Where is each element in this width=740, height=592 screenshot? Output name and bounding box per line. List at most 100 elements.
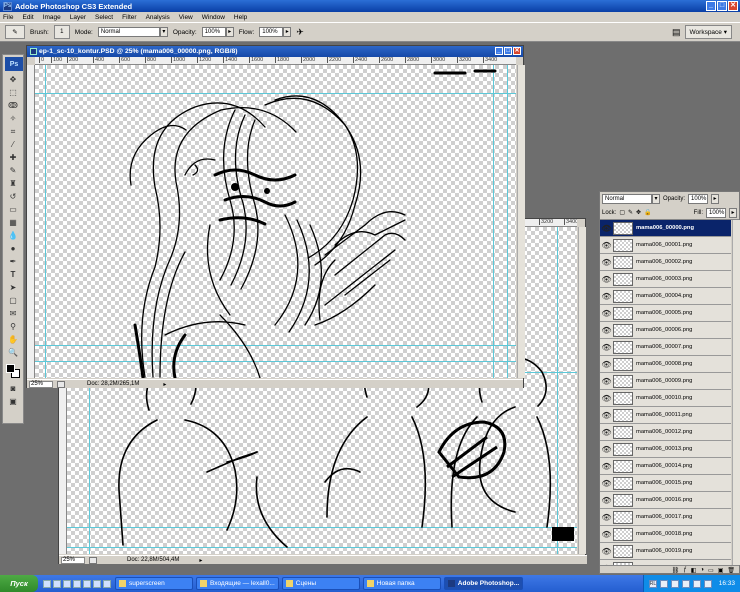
layer-row[interactable]: 👁 mama006_00019.png bbox=[600, 543, 731, 560]
layer-row[interactable]: 👁 mama006_00000.png bbox=[600, 220, 731, 237]
taskbar-item-inbox[interactable]: Входящие — lexall0... bbox=[196, 577, 279, 590]
palette-well-icon[interactable]: ▤ bbox=[672, 27, 681, 38]
layer-row[interactable]: 👁 mama006_00010.png bbox=[600, 390, 731, 407]
quick-select-tool-icon[interactable]: ✧ bbox=[6, 113, 20, 124]
color-swatches[interactable] bbox=[4, 363, 22, 379]
vertical-scrollbar[interactable] bbox=[517, 65, 525, 378]
layer-mask-icon[interactable]: ◧ bbox=[691, 567, 697, 574]
pen-tool-icon[interactable]: ✒ bbox=[6, 256, 20, 267]
visibility-eye-icon[interactable]: 👁 bbox=[600, 309, 613, 318]
chevron-right-icon[interactable]: ▸ bbox=[711, 194, 720, 204]
layer-row[interactable]: 👁 mama006_00011.png bbox=[600, 407, 731, 424]
visibility-eye-icon[interactable]: 👁 bbox=[600, 513, 613, 522]
menu-layer[interactable]: Layer bbox=[70, 14, 86, 21]
history-brush-tool-icon[interactable]: ↺ bbox=[6, 191, 20, 202]
chevron-right-icon[interactable]: ▸ bbox=[163, 381, 166, 388]
lock-position-icon[interactable]: ✥ bbox=[636, 209, 641, 216]
quicklaunch-icon[interactable] bbox=[43, 579, 51, 588]
tray-icon[interactable] bbox=[659, 579, 668, 588]
layer-row[interactable]: 👁 mama006_00012.png bbox=[600, 424, 731, 441]
taskbar-item-photoshop[interactable]: Adobe Photoshop... bbox=[443, 577, 524, 590]
menu-analysis[interactable]: Analysis bbox=[146, 14, 170, 21]
gradient-tool-icon[interactable]: ▦ bbox=[6, 217, 20, 228]
quicklaunch-icon[interactable] bbox=[83, 579, 91, 588]
close-button[interactable]: ✕ bbox=[728, 1, 738, 11]
minimize-button[interactable]: _ bbox=[706, 1, 716, 11]
flow-input[interactable]: 100% ▸ bbox=[259, 27, 292, 37]
quicklaunch-icon[interactable] bbox=[73, 579, 81, 588]
eyedropper-icon[interactable]: ⚲ bbox=[6, 321, 20, 332]
lasso-tool-icon[interactable]: ↂ bbox=[6, 100, 20, 111]
layer-style-icon[interactable]: ƒ bbox=[683, 567, 686, 573]
layer-row[interactable]: 👁 mama006_00001.png bbox=[600, 237, 731, 254]
zoom-level[interactable]: 25% bbox=[29, 380, 53, 388]
tool-preset-picker[interactable]: ✎ bbox=[5, 25, 25, 39]
maximize-button[interactable]: □ bbox=[717, 1, 727, 11]
zoom-level[interactable]: 25% bbox=[61, 556, 85, 564]
visibility-eye-icon[interactable]: 👁 bbox=[600, 275, 613, 284]
type-tool-icon[interactable]: T bbox=[6, 269, 20, 280]
taskbar-item-scenes[interactable]: Сцены bbox=[281, 577, 360, 590]
tray-icon[interactable] bbox=[692, 579, 701, 588]
delete-layer-icon[interactable]: 🗑 bbox=[727, 567, 735, 574]
layer-row[interactable]: 👁 mama006_00014.png bbox=[600, 458, 731, 475]
adjustment-layer-icon[interactable]: ◑ bbox=[700, 567, 704, 573]
foreground-color-swatch[interactable] bbox=[6, 364, 15, 373]
eyedropper-tool-icon[interactable]: ⁄ bbox=[6, 139, 20, 150]
document-window-front[interactable]: ep-1_sc-10_kontur.PSD @ 25% (mama006_000… bbox=[26, 45, 525, 388]
marquee-tool-icon[interactable]: ⬚ bbox=[6, 87, 20, 98]
menu-select[interactable]: Select bbox=[95, 14, 113, 21]
layers-scrollbar[interactable] bbox=[732, 220, 740, 565]
language-indicator[interactable]: RL bbox=[648, 579, 657, 588]
volume-icon[interactable] bbox=[703, 579, 712, 588]
visibility-eye-icon[interactable]: 👁 bbox=[600, 343, 613, 352]
layer-row[interactable]: 👁 mama006_00003.png bbox=[600, 271, 731, 288]
document-close-button[interactable]: ✕ bbox=[513, 47, 521, 55]
menu-view[interactable]: View bbox=[179, 14, 193, 21]
new-group-icon[interactable]: ▭ bbox=[708, 567, 714, 574]
layer-row[interactable]: 👁 mama006_00018.png bbox=[600, 526, 731, 543]
shape-tool-icon[interactable]: ▢ bbox=[6, 295, 20, 306]
tray-icon[interactable] bbox=[670, 579, 679, 588]
layer-row[interactable]: 👁 mama006_00004.png bbox=[600, 288, 731, 305]
visibility-eye-icon[interactable]: 👁 bbox=[600, 445, 613, 454]
layer-row[interactable]: 👁 mama006_00017.png bbox=[600, 509, 731, 526]
taskbar-item-new-folder[interactable]: Новая папка bbox=[362, 577, 441, 590]
menu-filter[interactable]: Filter bbox=[122, 14, 136, 21]
layer-row[interactable]: 👁 mama006_00002.png bbox=[600, 254, 731, 271]
lock-all-icon[interactable]: 🔒 bbox=[644, 209, 651, 216]
layer-row[interactable]: 👁 mama006_00016.png bbox=[600, 492, 731, 509]
layer-row[interactable]: 👁 mama006_00008.png bbox=[600, 356, 731, 373]
visibility-eye-icon[interactable]: 👁 bbox=[600, 394, 613, 403]
visibility-eye-icon[interactable]: 👁 bbox=[600, 292, 613, 301]
menu-image[interactable]: Image bbox=[43, 14, 61, 21]
chevron-right-icon[interactable]: ▸ bbox=[729, 207, 737, 218]
blend-mode-select[interactable]: Normal ▾ bbox=[602, 194, 660, 204]
visibility-eye-icon[interactable]: 👁 bbox=[600, 360, 613, 369]
quicklaunch-icon[interactable] bbox=[103, 579, 111, 588]
crop-tool-icon[interactable]: ⌗ bbox=[6, 126, 20, 137]
visibility-eye-icon[interactable]: 👁 bbox=[600, 224, 613, 233]
visibility-eye-icon[interactable]: 👁 bbox=[600, 241, 613, 250]
start-button[interactable]: Пуск bbox=[0, 575, 38, 592]
clone-stamp-tool-icon[interactable]: ♜ bbox=[6, 178, 20, 189]
screen-mode-icon[interactable]: ▣ bbox=[6, 396, 20, 407]
vertical-scrollbar[interactable] bbox=[578, 227, 586, 554]
canvas-front[interactable] bbox=[35, 65, 516, 378]
quicklaunch-icon[interactable] bbox=[63, 579, 71, 588]
visibility-eye-icon[interactable]: 👁 bbox=[600, 496, 613, 505]
menu-edit[interactable]: Edit bbox=[22, 14, 33, 21]
quick-mask-icon[interactable]: ◙ bbox=[6, 383, 20, 394]
lock-pixels-icon[interactable]: ✎ bbox=[628, 209, 633, 216]
layer-row[interactable]: 👁 mama006_00009.png bbox=[600, 373, 731, 390]
airbrush-icon[interactable]: ✈ bbox=[296, 27, 304, 38]
menu-window[interactable]: Window bbox=[202, 14, 225, 21]
layer-row[interactable]: 👁 mama006_00005.png bbox=[600, 305, 731, 322]
menu-file[interactable]: File bbox=[3, 14, 13, 21]
link-layers-icon[interactable]: ⛓ bbox=[672, 567, 680, 574]
notes-tool-icon[interactable]: ✉ bbox=[6, 308, 20, 319]
visibility-eye-icon[interactable]: 👁 bbox=[600, 462, 613, 471]
opacity-input[interactable]: 100% ▸ bbox=[201, 27, 234, 37]
move-tool-icon[interactable]: ✥ bbox=[6, 74, 20, 85]
layer-row[interactable]: 👁 mama006_00013.png bbox=[600, 441, 731, 458]
